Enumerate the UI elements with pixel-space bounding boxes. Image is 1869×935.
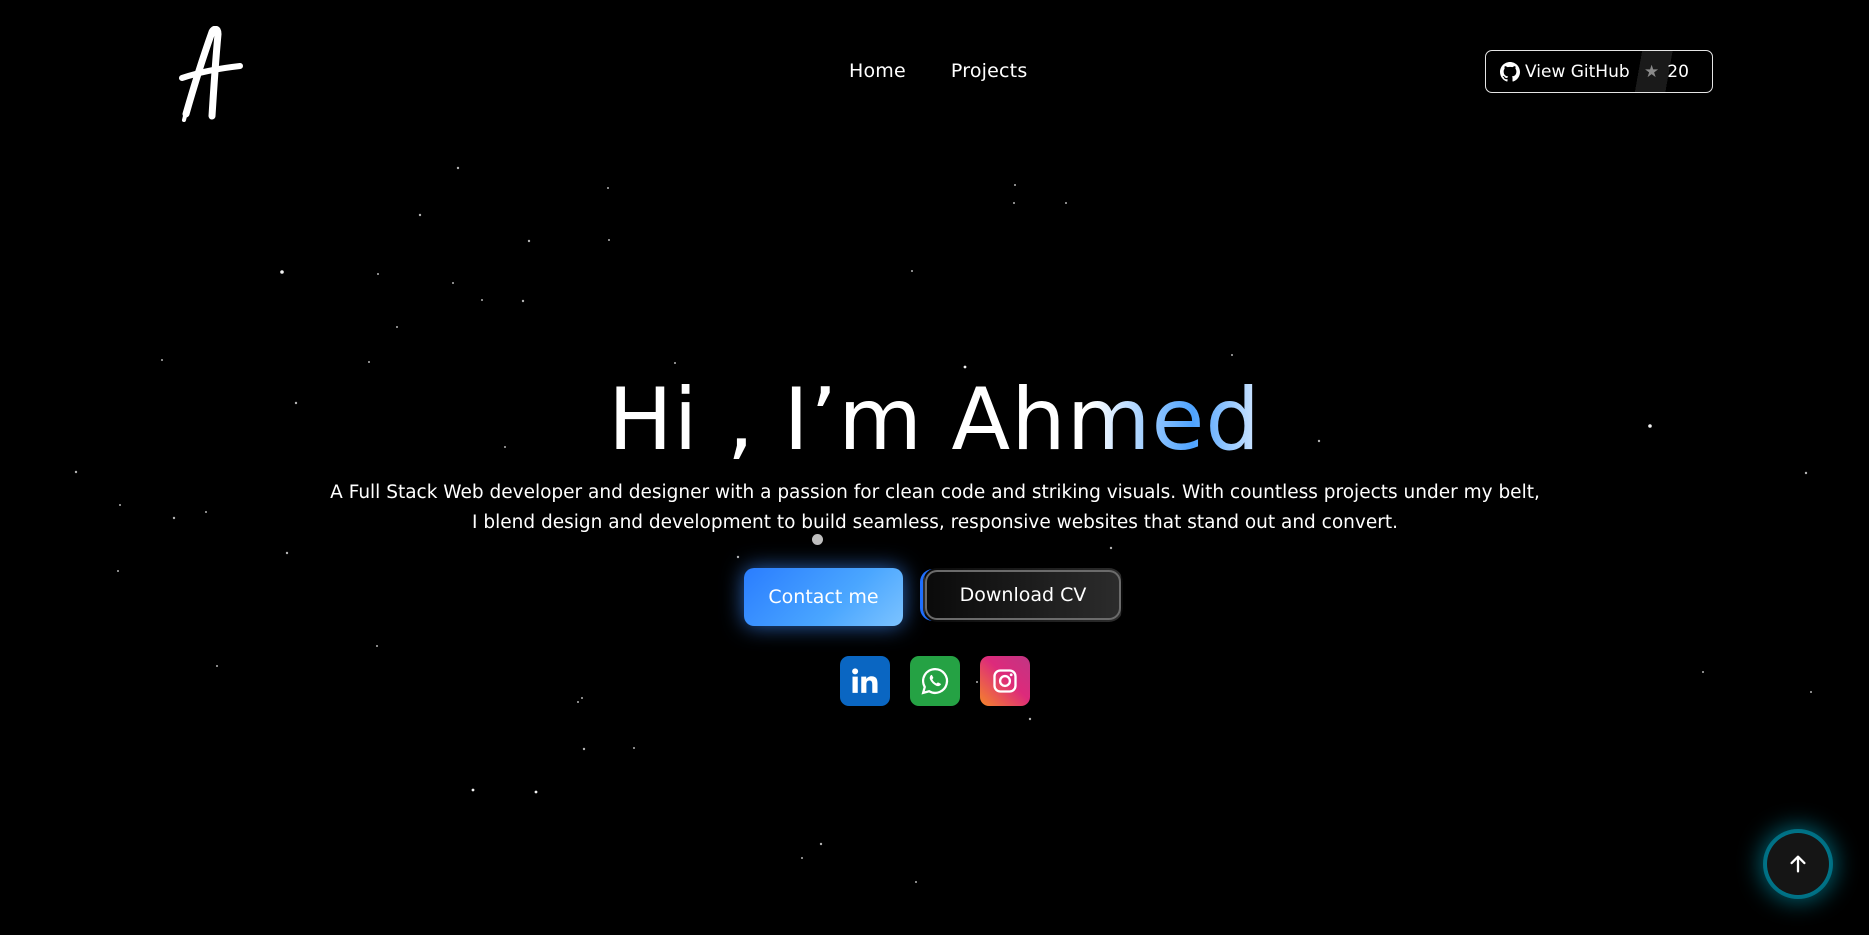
star-dot [736, 555, 740, 559]
social-links [840, 656, 1030, 706]
star-dot [582, 747, 586, 751]
star-icon: ★ [1644, 61, 1660, 82]
hero-description: A Full Stack Web developer and designer … [330, 482, 1540, 533]
whatsapp-link[interactable] [910, 656, 960, 706]
star-dot [368, 361, 370, 363]
star-dot [119, 504, 121, 506]
hero-title: Hi , I’m Ahmed [0, 370, 1869, 470]
github-star-count: 20 [1667, 61, 1689, 82]
star-dot [521, 299, 525, 303]
star-dot [819, 842, 823, 846]
page: Home Projects View GitHub ★ 20 Hi , I’m … [0, 0, 1869, 935]
star-dot [285, 551, 289, 555]
star-dot [915, 881, 917, 883]
github-button[interactable]: View GitHub ★ 20 [1485, 50, 1713, 93]
star-dot [534, 790, 538, 794]
star-dot [1065, 202, 1067, 204]
star-dot [607, 187, 609, 189]
star-dot [1804, 471, 1808, 475]
star-dot [527, 239, 531, 243]
star-dot [1810, 691, 1812, 693]
star-dot [608, 239, 610, 241]
instagram-icon [993, 669, 1017, 693]
star-dot [161, 359, 163, 361]
star-dot [376, 645, 378, 647]
star-dot [1231, 354, 1233, 356]
scroll-to-top-button[interactable] [1767, 833, 1829, 895]
main-nav: Home Projects [849, 60, 1027, 82]
download-cv-button[interactable]: Download CV [923, 568, 1123, 622]
hero-name: Ahmed [951, 370, 1261, 470]
star-dot [456, 166, 460, 170]
star-dot [396, 326, 398, 328]
star-dot [1702, 671, 1704, 673]
github-icon [1500, 61, 1520, 82]
instagram-link[interactable] [980, 656, 1030, 706]
contact-button[interactable]: Contact me [744, 568, 903, 626]
star-dot [216, 665, 218, 667]
github-stars: ★ 20 [1634, 51, 1712, 92]
star-dot [1028, 717, 1032, 721]
star-dot [117, 570, 119, 572]
linkedin-icon [852, 668, 878, 693]
whatsapp-icon [921, 667, 949, 695]
star-dot [1013, 202, 1015, 204]
star-dot [481, 299, 483, 301]
linkedin-link[interactable] [840, 656, 890, 706]
star-dot [674, 362, 676, 364]
star-dot [280, 270, 284, 274]
star-dot [581, 697, 583, 699]
github-label: View GitHub [1525, 61, 1630, 82]
nav-home-link[interactable]: Home [849, 60, 906, 82]
hero-greeting: Hi , I’m [607, 370, 952, 470]
arrow-up-icon [1790, 855, 1806, 873]
star-dot [801, 857, 803, 859]
star-dot [172, 516, 176, 520]
star-dot [377, 273, 379, 275]
star-dot [577, 701, 579, 703]
star-dot [963, 365, 967, 369]
logo[interactable] [178, 26, 244, 122]
mouse-cursor [812, 534, 823, 545]
github-link[interactable]: View GitHub [1486, 51, 1634, 92]
star-dot [1014, 184, 1016, 186]
star-dot [633, 747, 635, 749]
nav-projects-link[interactable]: Projects [951, 60, 1028, 82]
star-dot [911, 270, 913, 272]
star-dot [74, 470, 78, 474]
star-dot [1109, 546, 1113, 550]
star-dot [471, 788, 475, 792]
star-dot [418, 213, 422, 217]
star-dot [452, 282, 454, 284]
star-dot [205, 511, 207, 513]
